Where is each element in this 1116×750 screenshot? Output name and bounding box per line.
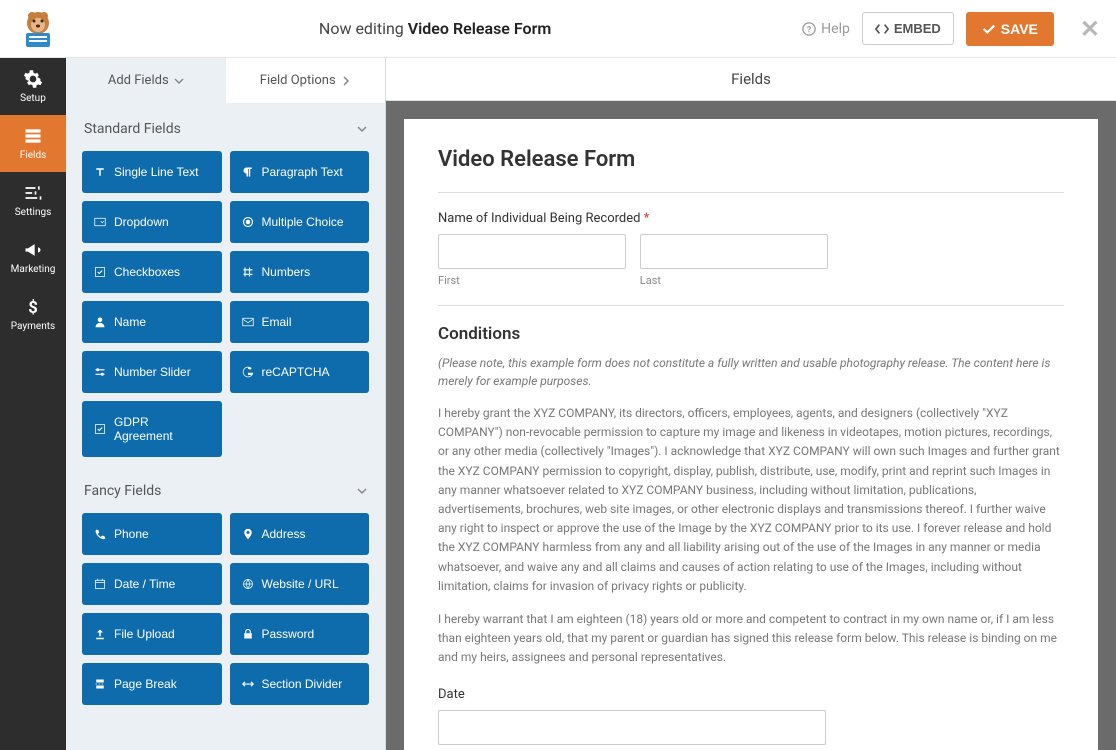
field-single-line-text[interactable]: Single Line Text — [82, 151, 222, 193]
paragraph-icon — [242, 166, 254, 178]
close-button[interactable]: ✕ — [1080, 15, 1100, 43]
field-email[interactable]: Email — [230, 301, 370, 343]
canvas-scroll[interactable]: Video Release Form Name of Individual Be… — [386, 101, 1116, 750]
form-title: Video Release Form — [438, 147, 1064, 172]
radio-icon — [242, 216, 254, 228]
text-icon — [94, 166, 106, 178]
date-input[interactable] — [438, 710, 826, 745]
field-section-divider[interactable]: Section Divider — [230, 663, 370, 705]
svg-text:?: ? — [807, 25, 812, 35]
name-label: Name of Individual Being Recorded * — [438, 211, 1064, 226]
field-recaptcha[interactable]: reCAPTCHA — [230, 351, 370, 393]
form-preview: Video Release Form Name of Individual Be… — [404, 119, 1098, 750]
field-gdpr[interactable]: GDPR Agreement — [82, 401, 222, 457]
last-sublabel: Last — [640, 274, 828, 287]
first-sublabel: First — [438, 274, 626, 287]
left-nav: Setup Fields Settings Marketing $ Paymen… — [0, 58, 66, 750]
user-icon — [94, 316, 106, 328]
field-name[interactable]: Name — [82, 301, 222, 343]
nav-marketing[interactable]: Marketing — [0, 229, 66, 286]
fields-icon — [23, 126, 43, 146]
conditions-heading: Conditions — [438, 324, 1064, 344]
gear-icon — [23, 69, 43, 89]
page-break-icon — [94, 678, 106, 690]
envelope-icon — [242, 316, 254, 328]
globe-icon — [242, 578, 254, 590]
divider — [438, 192, 1064, 193]
canvas-header: Fields — [386, 58, 1116, 101]
google-icon — [242, 366, 254, 378]
check-square-icon — [94, 423, 106, 435]
dropdown-icon — [94, 216, 106, 228]
field-dropdown[interactable]: Dropdown — [82, 201, 222, 243]
field-website[interactable]: Website / URL — [230, 563, 370, 605]
first-name-input[interactable] — [438, 234, 626, 269]
section-fancy-fields[interactable]: Fancy Fields — [74, 465, 377, 513]
nav-setup[interactable]: Setup — [0, 58, 66, 115]
code-icon — [875, 22, 889, 36]
last-name-input[interactable] — [640, 234, 828, 269]
top-bar: Now editing Video Release Form ? Help EM… — [0, 0, 1116, 58]
dollar-icon: $ — [23, 297, 43, 317]
check-icon — [982, 22, 996, 36]
field-password[interactable]: Password — [230, 613, 370, 655]
nav-settings[interactable]: Settings — [0, 172, 66, 229]
app-logo — [16, 7, 60, 51]
calendar-icon — [94, 578, 106, 590]
tab-add-fields[interactable]: Add Fields — [66, 58, 226, 103]
help-icon: ? — [802, 22, 816, 36]
save-button[interactable]: SAVE — [966, 12, 1054, 46]
conditions-note: (Please note, this example form does not… — [438, 354, 1064, 390]
embed-button[interactable]: EMBED — [862, 12, 954, 45]
bullhorn-icon — [23, 240, 43, 260]
field-address[interactable]: Address — [230, 513, 370, 555]
tab-field-options[interactable]: Field Options — [226, 58, 386, 103]
field-paragraph-text[interactable]: Paragraph Text — [230, 151, 370, 193]
conditions-paragraph-2: I hereby warrant that I am eighteen (18)… — [438, 610, 1064, 668]
chevron-down-icon — [357, 486, 367, 496]
lock-icon — [242, 628, 254, 640]
conditions-paragraph-1: I hereby grant the XYZ COMPANY, its dire… — [438, 404, 1064, 596]
date-label: Date — [438, 687, 1064, 702]
chevron-right-icon — [341, 76, 351, 86]
hash-icon — [242, 266, 254, 278]
check-square-icon — [94, 266, 106, 278]
arrows-h-icon — [242, 678, 254, 690]
field-file-upload[interactable]: File Upload — [82, 613, 222, 655]
divider — [438, 305, 1064, 306]
phone-icon — [94, 528, 106, 540]
field-multiple-choice[interactable]: Multiple Choice — [230, 201, 370, 243]
slider-icon — [94, 366, 106, 378]
field-phone[interactable]: Phone — [82, 513, 222, 555]
sliders-icon — [23, 183, 43, 203]
svg-text:$: $ — [28, 299, 38, 317]
chevron-down-icon — [174, 76, 184, 86]
nav-fields[interactable]: Fields — [0, 115, 66, 172]
upload-icon — [94, 628, 106, 640]
field-numbers[interactable]: Numbers — [230, 251, 370, 293]
sidebar: Add Fields Field Options Standard Fields… — [66, 58, 386, 750]
nav-payments[interactable]: $ Payments — [0, 286, 66, 343]
canvas: Fields Video Release Form Name of Indivi… — [386, 58, 1116, 750]
field-page-break[interactable]: Page Break — [82, 663, 222, 705]
map-pin-icon — [242, 528, 254, 540]
field-checkboxes[interactable]: Checkboxes — [82, 251, 222, 293]
section-standard-fields[interactable]: Standard Fields — [74, 103, 377, 151]
chevron-down-icon — [357, 124, 367, 134]
editing-title: Now editing Video Release Form — [68, 19, 802, 38]
help-link[interactable]: ? Help — [802, 21, 850, 37]
field-datetime[interactable]: Date / Time — [82, 563, 222, 605]
field-number-slider[interactable]: Number Slider — [82, 351, 222, 393]
